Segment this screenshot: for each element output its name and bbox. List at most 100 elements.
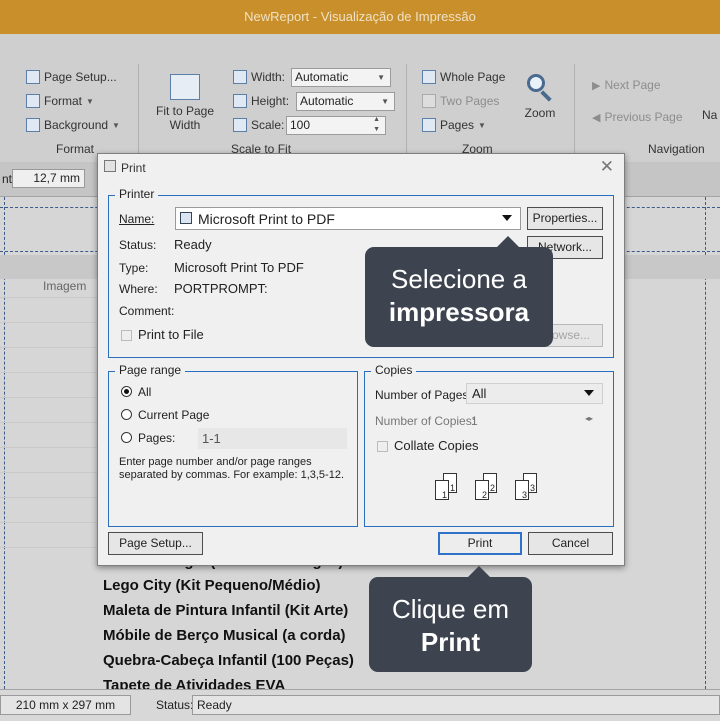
select-printer-callout: Selecione a impressora: [365, 247, 553, 347]
height-value: Automatic: [300, 94, 354, 108]
next-page-button[interactable]: ▶ Next Page: [592, 78, 661, 92]
pages-radio[interactable]: [121, 432, 132, 443]
collate-label: Collate Copies: [394, 438, 479, 453]
background-label: Background: [44, 118, 109, 132]
status-value: Ready: [192, 695, 720, 715]
pages-label: Pages:: [138, 431, 176, 445]
whole-page-button[interactable]: Whole Page: [422, 70, 505, 84]
window-title: NewReport - Visualização de Impressão: [0, 0, 720, 34]
number-of-copies-value[interactable]: 1: [471, 414, 478, 428]
number-of-pages-label: Number of Pages:: [375, 388, 472, 402]
zoom-label: Zoom: [524, 106, 556, 120]
pages-button[interactable]: Pages ▼: [422, 118, 486, 132]
printer-icon: [180, 212, 192, 224]
page-range-group: Page range All Current Page Pages: 1-1 E…: [108, 363, 358, 527]
printer-name-select[interactable]: Microsoft Print to PDF: [175, 207, 521, 230]
where-label: Where:: [119, 282, 158, 296]
scale-icon: [233, 118, 247, 132]
dialog-title: Print: [121, 161, 146, 175]
height-label: Height:: [251, 94, 290, 108]
page-setup-icon: [26, 70, 40, 84]
pages-grid-icon: [422, 118, 436, 132]
chevron-down-icon: [502, 215, 512, 221]
list-item: Lego City (Kit Pequeno/Médio): [103, 577, 321, 594]
print-to-file-checkbox[interactable]: [121, 330, 132, 341]
comment-label: Comment:: [119, 304, 175, 318]
page-setup-button[interactable]: Page Setup...: [108, 532, 203, 555]
previous-page-label: Previous Page: [604, 110, 683, 124]
status-value: Ready: [174, 237, 212, 252]
previous-page-button[interactable]: ◀ Previous Page: [592, 110, 683, 124]
callout-line-bold: impressora: [388, 297, 530, 327]
list-item: Móbile de Berço Musical (a corda): [103, 627, 346, 644]
spinner-icon[interactable]: ◂▸: [585, 414, 593, 423]
height-icon: [233, 94, 247, 108]
collate-page-icon: 2: [475, 480, 489, 500]
dialog-title-bar: Print ✕: [98, 154, 622, 182]
print-button[interactable]: Print: [438, 532, 522, 555]
whole-page-label: Whole Page: [440, 70, 506, 84]
page-range-legend: Page range: [115, 363, 186, 377]
collate-checkbox[interactable]: [377, 441, 388, 452]
fit-to-page-width-button[interactable]: Fit to Page Width: [154, 74, 216, 132]
current-page-label: Current Page: [138, 408, 210, 422]
chevron-down-icon: ▼: [381, 97, 389, 106]
margin-input[interactable]: 12,7 mm: [12, 169, 85, 188]
two-pages-button[interactable]: Two Pages: [422, 94, 499, 108]
two-pages-label: Two Pages: [440, 94, 500, 108]
scale-spinner[interactable]: 100 ▲ ▼: [286, 116, 386, 135]
where-value: PORTPROMPT:: [174, 281, 268, 296]
format-label: Format: [44, 94, 83, 108]
callout-line: Selecione a: [391, 264, 527, 294]
chevron-down-icon: ▼: [377, 73, 385, 82]
properties-button[interactable]: Properties...: [527, 207, 603, 230]
current-page-radio[interactable]: [121, 409, 132, 420]
number-of-pages-select[interactable]: All: [466, 383, 603, 404]
width-value: Automatic: [295, 70, 349, 84]
magnifier-icon: [525, 72, 555, 104]
zoom-button[interactable]: Zoom: [519, 72, 561, 120]
page-range-hint-1: Enter page number and/or page ranges: [119, 456, 312, 468]
ribbon: Page Setup... Format ▼ Background ▼ Form…: [0, 34, 720, 163]
name-label: Name:: [119, 212, 155, 226]
cancel-button[interactable]: Cancel: [528, 532, 613, 555]
fit-width-label-2: Width: [169, 118, 201, 132]
navigation-cut-button[interactable]: Na: [702, 108, 717, 122]
format-ribbon-button[interactable]: Format ▼: [26, 94, 94, 108]
copies-legend: Copies: [371, 363, 417, 377]
click-print-callout: Clique em Print: [369, 577, 532, 672]
number-of-pages-value: All: [472, 386, 487, 401]
status-label: Status:: [156, 698, 194, 712]
printer-icon: [104, 160, 116, 172]
status-bar: 210 mm x 297 mm Status: Ready: [0, 689, 720, 721]
navigation-group-label: Navigation: [648, 142, 705, 156]
width-select[interactable]: Automatic ▼: [291, 68, 391, 87]
background-ribbon-button[interactable]: Background ▼: [26, 118, 120, 132]
all-label: All: [138, 385, 152, 399]
pages-input[interactable]: 1-1: [198, 428, 347, 449]
all-radio[interactable]: [121, 386, 132, 397]
column-header-image: Imagem: [43, 279, 87, 293]
width-icon: [233, 70, 247, 84]
print-to-file-label: Print to File: [138, 327, 204, 342]
group-divider: [138, 64, 139, 158]
close-icon[interactable]: ✕: [600, 157, 614, 177]
fit-width-icon: [170, 74, 200, 100]
callout-line-bold: Print: [420, 627, 481, 657]
arrow-left-icon: ◀: [592, 111, 601, 124]
group-divider: [406, 64, 407, 158]
width-label-row: Width:: [233, 70, 285, 84]
page-range-hint-2: separated by commas. For example: 1,3,5-…: [119, 469, 344, 481]
copies-group: Copies Number of Pages: All Number of Co…: [364, 363, 614, 527]
print-dialog: Print ✕ Printer Name: Microsoft Print to…: [97, 153, 625, 566]
height-label-row: Height:: [233, 94, 289, 108]
chevron-down-icon: ▼: [86, 96, 94, 106]
page-setup-label: Page Setup...: [44, 70, 117, 84]
pages-label: Pages: [440, 118, 475, 132]
chevron-down-icon: [584, 390, 594, 396]
spinner-icon: ▲ ▼: [373, 116, 380, 133]
page-setup-ribbon-button[interactable]: Page Setup...: [26, 70, 117, 84]
height-select[interactable]: Automatic ▼: [296, 92, 395, 111]
scale-label-row: Scale:: [233, 118, 284, 132]
format-group-label: Format: [56, 142, 95, 156]
